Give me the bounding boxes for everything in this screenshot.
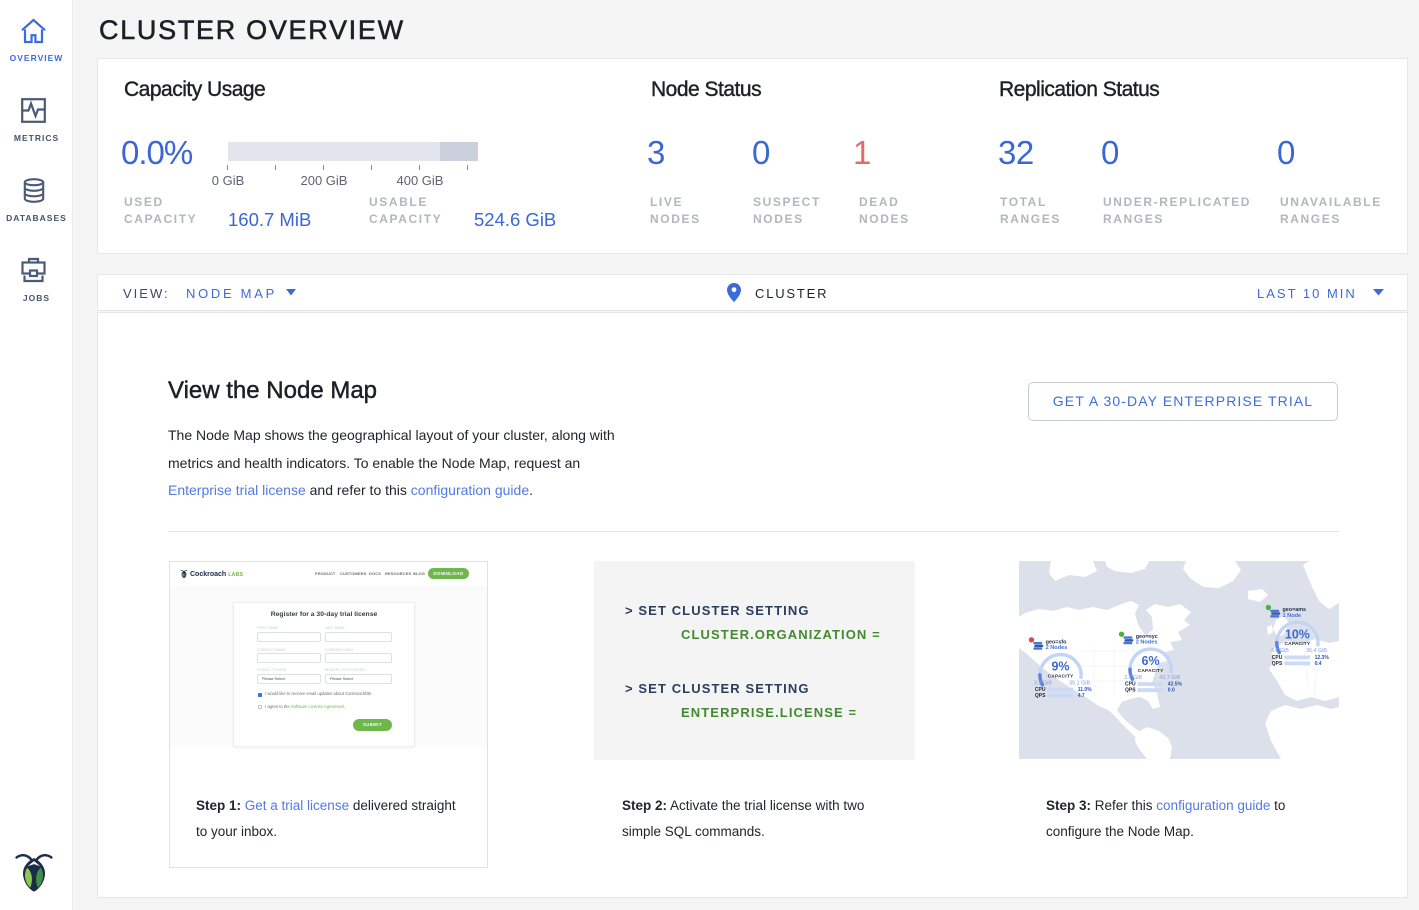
svg-text:43.7 GiB: 43.7 GiB	[1159, 675, 1180, 681]
svg-text:36.4 GiB: 36.4 GiB	[1306, 648, 1327, 654]
svg-text:4.7: 4.7	[1078, 693, 1085, 699]
svg-text:3.2 GiB: 3.2 GiB	[1034, 681, 1052, 687]
svg-text:0.0: 0.0	[1168, 688, 1175, 694]
svg-text:QPS: QPS	[1035, 693, 1046, 699]
svg-text:QPS: QPS	[1272, 661, 1283, 667]
svg-text:9%: 9%	[1051, 660, 1069, 674]
svg-text:3.6 GiB: 3.6 GiB	[1271, 648, 1289, 654]
svg-text:1 Node: 1 Node	[1283, 613, 1302, 619]
svg-text:35.1 GiB: 35.1 GiB	[1069, 681, 1090, 687]
svg-text:CAPACITY: CAPACITY	[1048, 673, 1074, 679]
svg-text:CAPACITY: CAPACITY	[1285, 641, 1311, 647]
svg-text:0.4: 0.4	[1315, 661, 1322, 667]
svg-text:2 Nodes: 2 Nodes	[1136, 640, 1158, 646]
svg-text:6%: 6%	[1142, 654, 1160, 668]
svg-text:QPS: QPS	[1125, 688, 1136, 694]
svg-text:CAPACITY: CAPACITY	[1138, 668, 1164, 674]
svg-text:2 Nodes: 2 Nodes	[1046, 645, 1068, 651]
svg-text:10%: 10%	[1285, 627, 1310, 641]
svg-text:3.7 GiB: 3.7 GiB	[1124, 675, 1142, 681]
